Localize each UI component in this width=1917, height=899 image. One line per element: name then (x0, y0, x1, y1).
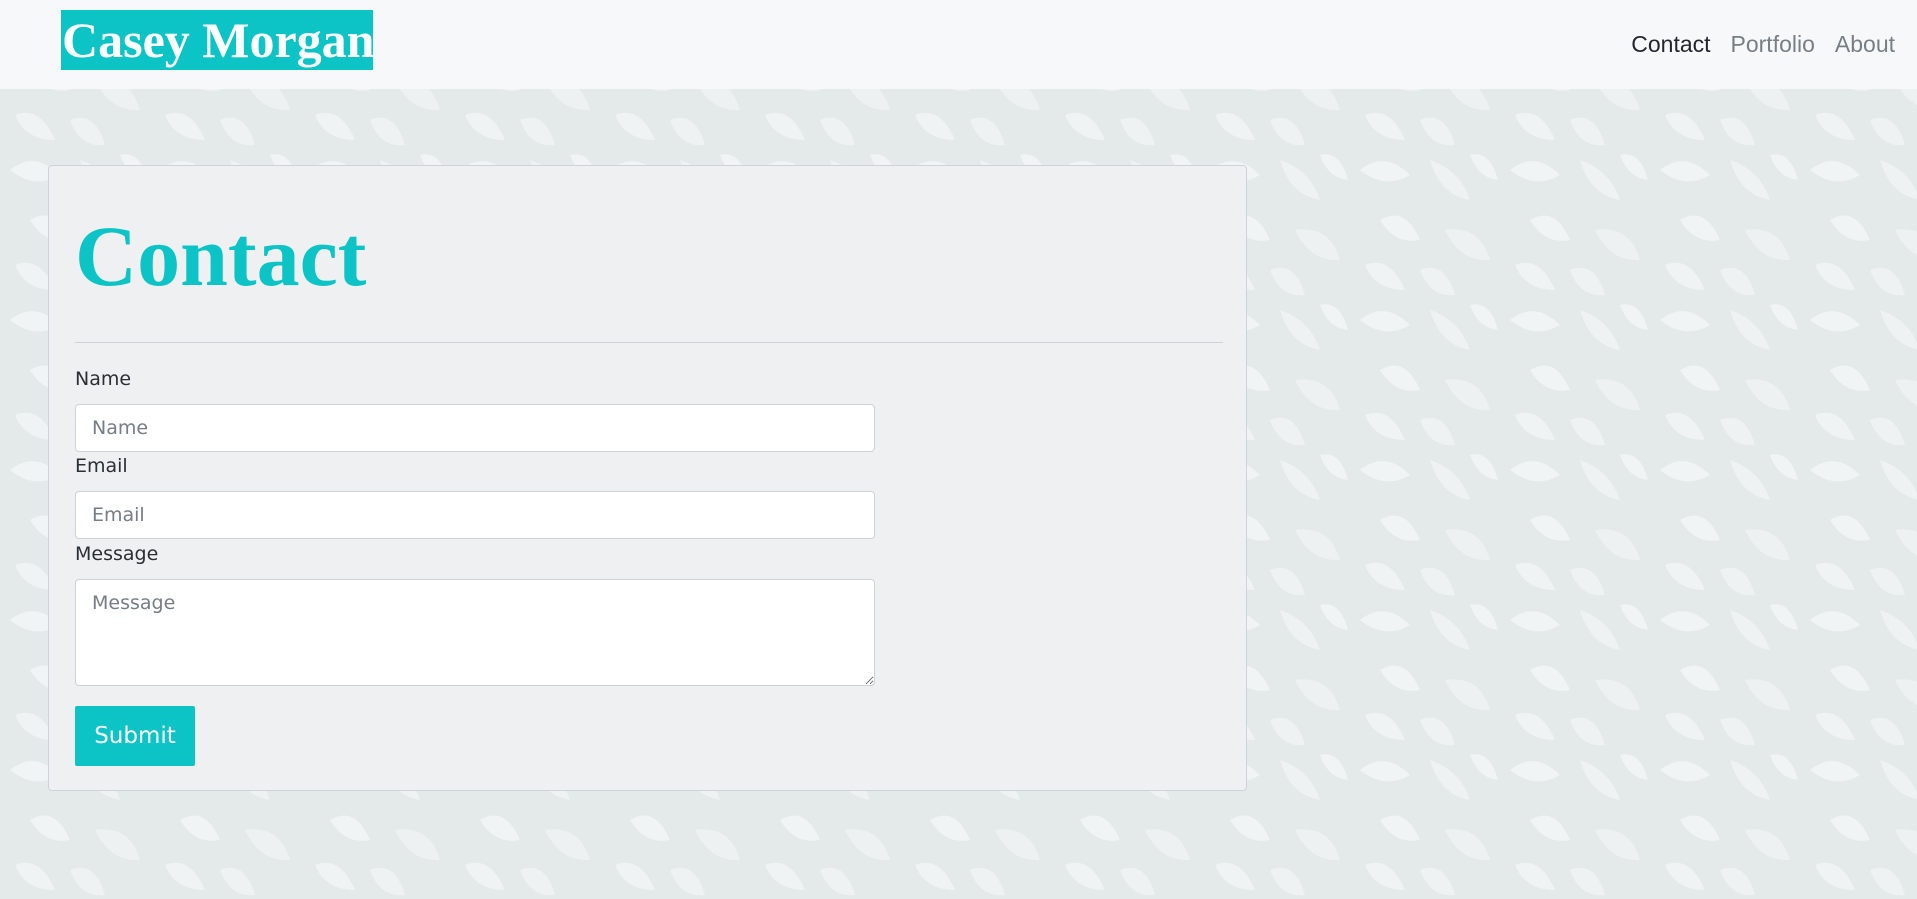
email-label: Email (75, 455, 128, 477)
message-label: Message (75, 543, 159, 565)
name-field[interactable] (75, 404, 875, 452)
email-field[interactable] (75, 491, 875, 539)
divider (75, 342, 1223, 343)
brand-logo[interactable]: Casey Morgan (61, 10, 373, 70)
contact-card: Contact Name Email Message Submit (48, 165, 1247, 791)
nav-link-portfolio[interactable]: Portfolio (1731, 29, 1815, 59)
nav-links: Contact Portfolio About (1631, 29, 1895, 59)
navbar: Casey Morgan Contact Portfolio About (0, 0, 1917, 89)
submit-button[interactable]: Submit (75, 706, 195, 766)
page-title: Contact (75, 208, 367, 304)
nav-link-about[interactable]: About (1835, 29, 1895, 59)
name-label: Name (75, 368, 132, 390)
nav-link-contact[interactable]: Contact (1631, 29, 1710, 59)
message-field[interactable] (75, 579, 875, 686)
